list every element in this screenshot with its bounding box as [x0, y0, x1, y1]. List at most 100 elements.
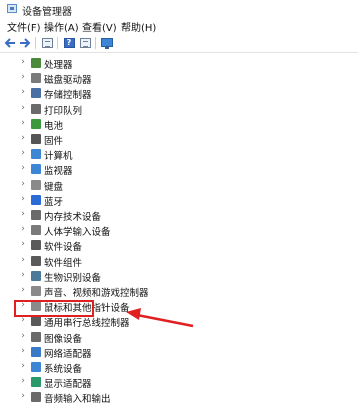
device-category-row[interactable]: › 固件 — [0, 132, 358, 147]
highlight-box — [14, 300, 94, 317]
chevron-right-icon[interactable]: › — [19, 255, 27, 265]
biometric-icon — [31, 270, 41, 281]
device-category-label: 磁盘驱动器 — [44, 75, 92, 87]
chevron-right-icon[interactable]: › — [19, 331, 27, 341]
network-adapter-icon — [31, 346, 41, 357]
usb-icon — [31, 316, 41, 327]
chevron-right-icon[interactable]: › — [19, 285, 27, 295]
chevron-right-icon[interactable]: › — [19, 194, 27, 204]
forward-arrow-icon[interactable] — [18, 36, 32, 49]
device-category-row[interactable]: › 存储控制器 — [0, 86, 358, 101]
menu-file[interactable]: 文件(F) — [5, 19, 43, 34]
chevron-right-icon[interactable]: › — [19, 163, 27, 173]
device-category-label: 监视器 — [44, 166, 73, 178]
device-category-row[interactable]: › 监视器 — [0, 162, 358, 177]
device-category-label: 电池 — [44, 120, 64, 132]
chevron-right-icon[interactable]: › — [19, 179, 27, 189]
device-category-row[interactable]: › 软件组件 — [0, 254, 358, 269]
device-category-label: 显示适配器 — [44, 379, 92, 391]
storage-controller-icon — [31, 88, 41, 99]
display-adapter-icon — [31, 377, 41, 388]
hid-icon — [31, 225, 41, 236]
chevron-right-icon[interactable]: › — [19, 87, 27, 97]
back-arrow-icon[interactable] — [3, 36, 17, 49]
device-category-label: 计算机 — [44, 151, 73, 163]
menu-help[interactable]: 帮助(H) — [119, 19, 158, 34]
device-category-label: 网络适配器 — [44, 348, 92, 360]
chevron-right-icon[interactable]: › — [19, 376, 27, 386]
toolbar-separator — [35, 37, 36, 49]
device-category-row[interactable]: › 打印队列 — [0, 102, 358, 117]
device-category-row[interactable]: › 内存技术设备 — [0, 208, 358, 223]
device-category-row[interactable]: › 声音、视频和游戏控制器 — [0, 284, 358, 299]
device-category-row[interactable]: › 音频输入和输出 — [0, 390, 358, 405]
device-category-row[interactable]: › 人体学输入设备 — [0, 223, 358, 238]
monitor-icon — [31, 164, 41, 175]
device-category-label: 软件设备 — [44, 242, 83, 254]
device-category-label: 处理器 — [44, 60, 73, 71]
device-category-row[interactable]: › 显示适配器 — [0, 375, 358, 390]
device-category-label: 内存技术设备 — [44, 212, 102, 223]
device-category-label: 声音、视频和游戏控制器 — [44, 288, 149, 299]
chevron-right-icon[interactable]: › — [19, 346, 27, 356]
device-category-label: 软件组件 — [44, 257, 83, 269]
chevron-right-icon[interactable]: › — [19, 57, 27, 67]
chevron-right-icon[interactable]: › — [19, 224, 27, 234]
device-category-label: 通用串行总线控制器 — [44, 318, 130, 330]
chevron-right-icon[interactable]: › — [19, 270, 27, 280]
audio-io-icon — [31, 392, 41, 403]
device-category-row[interactable]: › 磁盘驱动器 — [0, 71, 358, 86]
chevron-right-icon[interactable]: › — [19, 72, 27, 82]
device-manager-icon — [7, 4, 17, 13]
memory-device-icon — [31, 210, 41, 220]
help-icon[interactable]: ? — [62, 36, 76, 49]
device-category-label: 生物识别设备 — [44, 272, 102, 284]
processor-icon — [31, 58, 41, 68]
toolbar: ? — [0, 34, 358, 53]
keyboard-icon — [31, 179, 41, 190]
menu-view[interactable]: 查看(V) — [80, 19, 119, 34]
device-category-label: 蓝牙 — [44, 196, 64, 208]
device-category-row[interactable]: › 网络适配器 — [0, 345, 358, 360]
device-category-row[interactable]: › 系统设备 — [0, 360, 358, 375]
bluetooth-icon — [31, 194, 41, 205]
software-component-icon — [31, 255, 41, 266]
device-category-row[interactable]: › 生物识别设备 — [0, 269, 358, 284]
chevron-right-icon[interactable]: › — [19, 239, 27, 249]
device-category-label: 键盘 — [44, 181, 64, 193]
update-driver-icon[interactable] — [78, 36, 92, 49]
sound-icon — [31, 286, 41, 296]
chevron-right-icon[interactable]: › — [19, 391, 27, 401]
battery-icon — [31, 118, 41, 129]
device-category-label: 固件 — [44, 136, 64, 147]
chevron-right-icon[interactable]: › — [19, 361, 27, 371]
chevron-right-icon[interactable]: › — [19, 133, 27, 143]
device-category-row[interactable]: › 软件设备 — [0, 238, 358, 253]
device-category-row[interactable]: › 计算机 — [0, 147, 358, 162]
chevron-right-icon[interactable]: › — [19, 103, 27, 113]
chevron-right-icon[interactable]: › — [19, 118, 27, 128]
device-category-row[interactable]: › 图像设备 — [0, 330, 358, 345]
device-category-label: 音频输入和输出 — [44, 394, 111, 405]
device-category-label: 存储控制器 — [44, 90, 92, 102]
toolbar-separator — [95, 37, 96, 49]
device-category-label: 人体学输入设备 — [44, 227, 111, 239]
firmware-icon — [31, 134, 41, 144]
properties-icon[interactable] — [40, 36, 54, 49]
device-category-row[interactable]: › 电池 — [0, 117, 358, 132]
menu-action[interactable]: 操作(A) — [42, 19, 81, 34]
display-icon[interactable] — [100, 36, 114, 49]
chevron-right-icon[interactable]: › — [19, 148, 27, 158]
toolbar-separator — [57, 37, 58, 49]
title-bar: 设备管理器 — [0, 0, 358, 18]
device-category-label: 打印队列 — [44, 105, 83, 117]
device-category-row[interactable]: › 键盘 — [0, 178, 358, 193]
camera-icon — [31, 331, 41, 342]
menu-bar: 文件(F) 操作(A) 查看(V) 帮助(H) — [0, 18, 358, 34]
device-category-row[interactable]: › 处理器 — [0, 56, 358, 71]
device-category-label: 系统设备 — [44, 364, 83, 375]
printer-icon — [31, 103, 41, 114]
device-category-row[interactable]: › 蓝牙 — [0, 193, 358, 208]
chevron-right-icon[interactable]: › — [19, 209, 27, 219]
computer-icon — [31, 149, 41, 160]
